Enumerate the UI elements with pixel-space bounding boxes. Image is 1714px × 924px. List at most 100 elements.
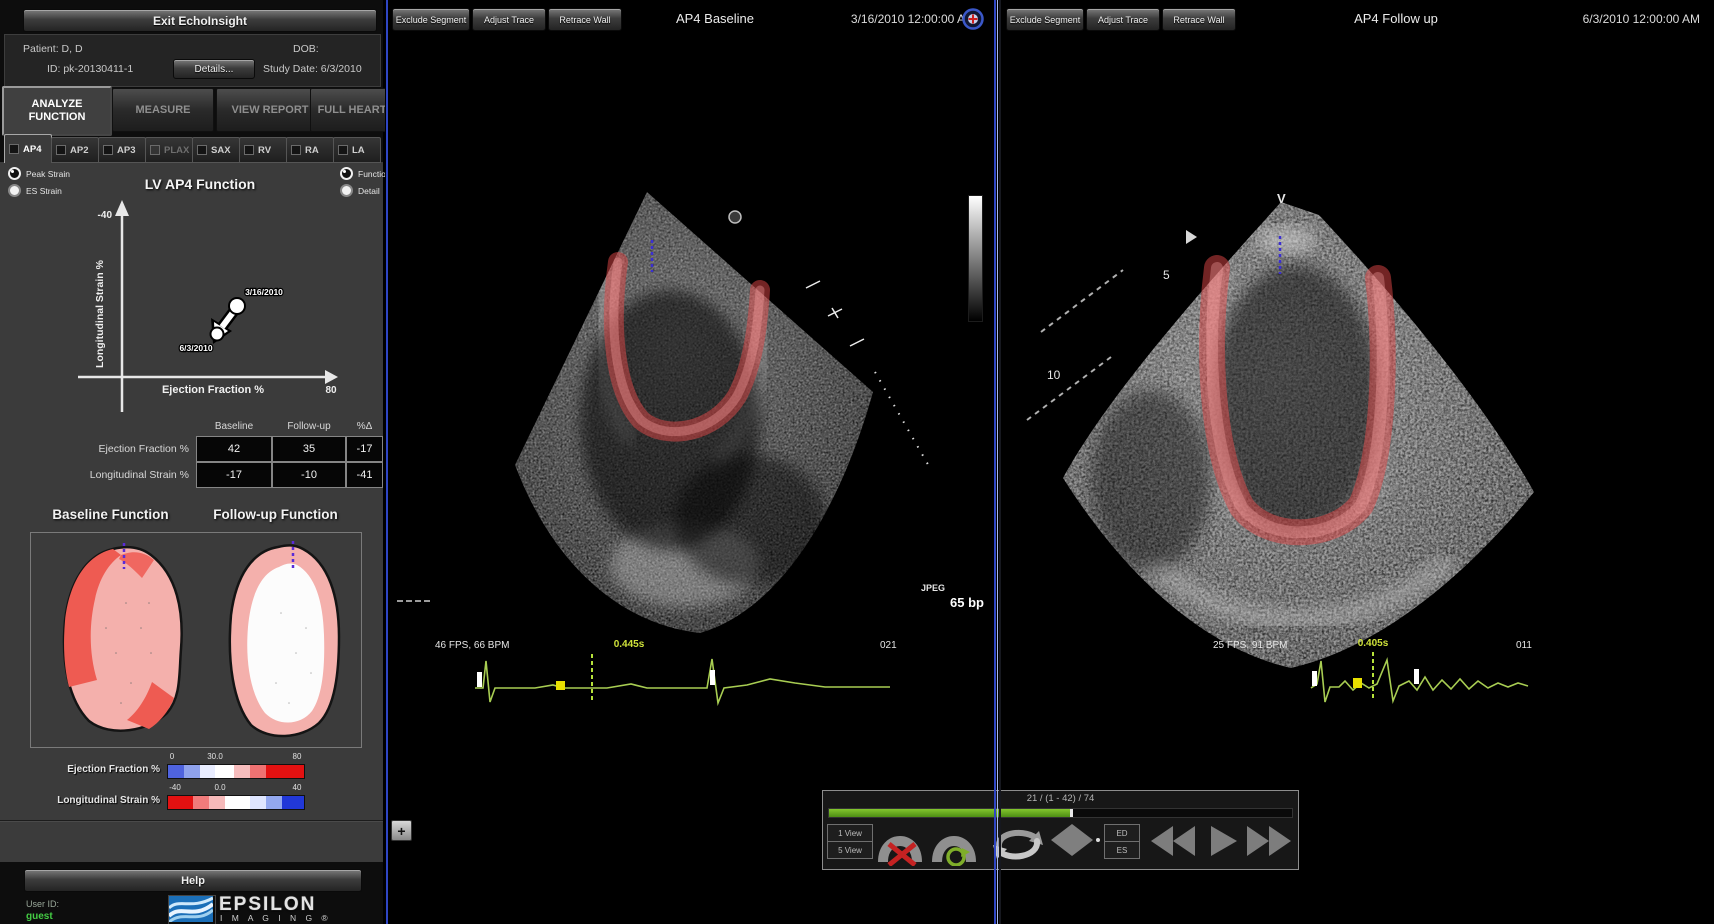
tab-checkbox <box>103 145 113 155</box>
tab-full-heart[interactable]: FULL HEART <box>310 88 394 132</box>
table-cell: -17 <box>196 462 272 488</box>
baseline-echo-panel: Exclude Segment Adjust Trace Retrace Wal… <box>385 0 996 924</box>
end-diastole-button[interactable]: ED <box>1104 824 1140 842</box>
table-cell: 35 <box>272 436 346 462</box>
table-cell: -41 <box>346 462 383 488</box>
caliper-marks <box>806 281 864 346</box>
tab-label: LA <box>352 145 365 156</box>
scale-segment <box>250 765 266 778</box>
play-icon[interactable] <box>1211 826 1237 856</box>
view-tab-ap3[interactable]: AP3 <box>98 137 146 163</box>
table-cell: -17 <box>346 436 383 462</box>
lv-function-maps <box>31 533 361 745</box>
tab-analyze-function[interactable]: ANALYZE FUNCTION <box>2 86 112 136</box>
ecg-frame-marker[interactable] <box>1414 669 1419 684</box>
view-tab-rv[interactable]: RV <box>239 137 287 163</box>
view-tab-sax[interactable]: SAX <box>192 137 240 163</box>
baseline-time-marker: 0.445s <box>593 639 665 650</box>
panel-divider-dark <box>999 0 1001 924</box>
tab-measure[interactable]: MEASURE <box>112 88 214 132</box>
end-systole-button[interactable]: ES <box>1104 841 1140 859</box>
col-header-followup: Follow-up <box>272 418 346 436</box>
tab-label: AP3 <box>117 145 135 156</box>
tab-checkbox <box>197 145 207 155</box>
orientation-marker: V <box>1277 191 1286 206</box>
playback-progress-track[interactable] <box>828 808 1293 818</box>
stop-diamond-icon[interactable] <box>1051 824 1093 856</box>
exit-echoinsight-button[interactable]: Exit EchoInsight <box>23 9 377 32</box>
x-axis-label: Ejection Fraction % <box>162 384 264 396</box>
strain-scale-tick-mid: 0.0 <box>205 783 235 792</box>
baseline-point <box>230 299 244 313</box>
baseline-point-label: 3/16/2010 <box>245 287 283 297</box>
ecg-frame-marker[interactable] <box>477 672 482 687</box>
row-label-strain: Longitudinal Strain % <box>0 462 196 488</box>
baseline-ultrasound-image <box>385 0 996 924</box>
depth-dots <box>875 372 930 468</box>
col-header-delta: %Δ <box>346 418 383 436</box>
strain-scale-tick-max: 40 <box>282 783 312 792</box>
panel-divider-blue <box>994 0 996 924</box>
fast-forward-icon[interactable] <box>1247 826 1291 856</box>
scale-segment <box>209 796 225 809</box>
ecg-current-marker[interactable] <box>1353 678 1362 688</box>
followup-point <box>212 329 223 340</box>
five-view-button[interactable]: 5 View <box>827 841 873 859</box>
function-map-titles: Baseline Function Follow-up Function <box>30 507 360 522</box>
followup-frame-code: 011 <box>1516 640 1532 651</box>
patient-info-panel: Patient: D, D DOB: ID: pk-20130411-1 Det… <box>4 34 381 87</box>
view-tab-ap2[interactable]: AP2 <box>51 137 99 163</box>
user-id-value: guest <box>26 911 53 922</box>
view-tab-ra[interactable]: RA <box>286 137 334 163</box>
baseline-frame-code: 021 <box>880 640 897 651</box>
tab-label: AP2 <box>70 145 88 156</box>
table-corner <box>0 418 196 436</box>
followup-echo-panel: Exclude Segment Adjust Trace Retrace Wal… <box>1001 0 1714 924</box>
tab-checkbox <box>244 145 254 155</box>
ef-scale-tick-max: 80 <box>282 752 312 761</box>
details-button[interactable]: Details... <box>173 59 255 79</box>
y-top-tick: -40 <box>98 210 113 221</box>
probe-marker-icon <box>729 211 741 223</box>
scale-segment <box>282 796 304 809</box>
frame-counter: 21 / (1 - 42) / 74 <box>823 793 1298 804</box>
followup-point-label: 6/3/2010 <box>179 343 212 353</box>
scale-segment <box>266 796 282 809</box>
strain-scale-tick-min: -40 <box>160 783 190 792</box>
help-button[interactable]: Help <box>24 869 362 892</box>
reject-trace-icon[interactable] <box>883 841 917 865</box>
tab-label: ANALYZE FUNCTION <box>4 98 110 123</box>
rewind-icon[interactable] <box>1151 826 1195 856</box>
tab-label: RA <box>305 145 319 156</box>
zoom-in-button[interactable]: + <box>391 820 412 841</box>
bpm-overlay: 65 bp <box>950 595 984 610</box>
followup-map-title: Follow-up Function <box>213 507 337 522</box>
transport-icons <box>1143 823 1295 861</box>
scale-segment <box>225 796 250 809</box>
view-tab-la[interactable]: LA <box>333 137 381 163</box>
one-view-button[interactable]: 1 View <box>827 824 873 842</box>
strain-color-scale <box>167 795 305 810</box>
followup-ecg-strip <box>1311 652 1528 702</box>
tab-checkbox <box>338 145 348 155</box>
radio-function[interactable]: Function <box>340 167 391 180</box>
scale-segment <box>215 765 234 778</box>
left-panel-divider <box>386 0 388 924</box>
y-axis-arrowhead <box>115 200 129 216</box>
tab-label: SAX <box>211 145 231 156</box>
tab-view-report[interactable]: VIEW REPORT <box>216 88 324 132</box>
accept-trace-icon[interactable] <box>937 841 971 865</box>
tab-checkbox <box>56 145 66 155</box>
jpeg-label: JPEG <box>921 583 945 593</box>
ecg-current-marker[interactable] <box>556 681 565 690</box>
tab-label: FULL HEART <box>318 104 387 117</box>
x-right-tick: 80 <box>325 385 337 396</box>
study-date: Study Date: 6/3/2010 <box>263 63 362 75</box>
view-tab-ap4[interactable]: AP4 <box>4 134 52 163</box>
row-label-ef: Ejection Fraction % <box>0 436 196 462</box>
tab-label: MEASURE <box>135 104 190 117</box>
ecg-frame-marker[interactable] <box>710 670 715 685</box>
followup-time-marker: 0.405s <box>1335 638 1411 649</box>
ef-scale-tick-mid: 30.0 <box>200 752 230 761</box>
ecg-frame-marker[interactable] <box>1312 671 1317 686</box>
